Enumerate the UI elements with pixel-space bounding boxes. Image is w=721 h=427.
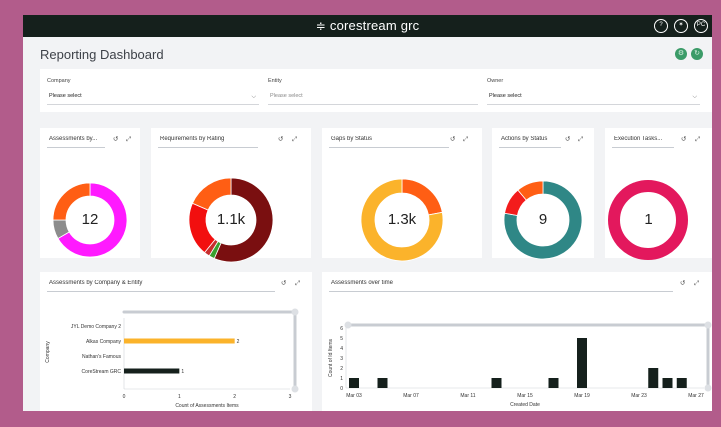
- refresh-icon[interactable]: ↻: [691, 48, 703, 60]
- x-tick-label: 2: [233, 394, 236, 400]
- filter-label-owner: Owner: [487, 78, 504, 84]
- card-assessments-over-time: Assessments over time ↺ ⤢ 0 1 2 3 4 5 6 Mar 03 M…: [322, 272, 712, 411]
- y-tick-label: 2: [340, 366, 343, 372]
- settings-icon[interactable]: ⚙: [675, 48, 687, 60]
- x-axis-title: Count of Assessments Items: [175, 403, 239, 409]
- filter-label-entity: Entity: [268, 78, 282, 84]
- y-tick-label: 0: [340, 386, 343, 392]
- card-requirements-by-rating: Requirements by Rating ↺ ⤢ 1.1k: [151, 128, 311, 263]
- x-tick-label: Mar 15: [517, 393, 533, 399]
- donut-center-value: 1.3k: [387, 211, 417, 228]
- card-assessments-by: Assessments by... ↺ ⤢ 12: [40, 128, 140, 258]
- bar: [124, 368, 180, 374]
- filter-label-company: Company: [47, 78, 71, 84]
- company-select[interactable]: Please select ⌵: [47, 90, 259, 105]
- x-tick-label: Mar 19: [574, 393, 590, 399]
- x-tick-label: 3: [289, 394, 292, 400]
- y-tick-label: JYL Demo Company 2: [71, 324, 121, 330]
- y-axis-title: Company: [45, 341, 51, 363]
- bar: [491, 378, 502, 388]
- x-tick-label: 1: [178, 394, 181, 400]
- bar: [124, 338, 235, 344]
- y-tick-label: 1: [340, 376, 343, 382]
- donut-chart: [360, 178, 444, 262]
- bar: [662, 378, 673, 388]
- bar: [577, 338, 587, 388]
- x-axis-title: Created Date: [510, 402, 540, 408]
- brand-name: corestream grc: [329, 18, 420, 33]
- x-tick-label: Mar 03: [346, 393, 362, 399]
- vertical-bar-chart: 0 1 2 3 4 5 6 Mar 03 Mar 07 Mar 11 Mar 15 Mar 19 Mar…: [328, 321, 712, 408]
- y-axis-title: Count of Id Items: [328, 338, 334, 377]
- bar: [648, 368, 659, 388]
- y-tick-label: CoreStream GRC: [82, 369, 122, 375]
- app-window: ≑ corestream grc ? ✶ PC Reporting Dashboa…: [23, 15, 712, 411]
- company-select-value: Please select: [49, 93, 82, 99]
- donut-chart: [188, 177, 274, 263]
- y-tick-label: 3: [340, 356, 343, 362]
- zoom-handle: [291, 385, 299, 393]
- bar: [676, 378, 687, 388]
- donut-center-value: 12: [81, 211, 99, 228]
- accessibility-icon[interactable]: ✶: [674, 19, 688, 33]
- entity-select[interactable]: Please select: [268, 90, 478, 105]
- card-assessments-by-company-entity: Assessments by Company & Entity ↺ ⤢ JYL …: [40, 272, 312, 411]
- y-tick-label: 5: [340, 336, 343, 342]
- bar: [548, 378, 559, 388]
- x-tick-label: Mar 11: [460, 393, 475, 399]
- bar: [349, 378, 359, 388]
- donut-chart: [608, 180, 688, 260]
- donut-center-value: 1.1k: [216, 211, 246, 228]
- y-tick-label: 6: [340, 326, 343, 332]
- donut-center-value: 9: [538, 211, 548, 228]
- data-label: 2: [237, 339, 240, 345]
- y-tick-label: Alkas Company: [86, 339, 122, 345]
- x-tick-label: Mar 23: [631, 393, 647, 399]
- donut-slice: [401, 178, 443, 216]
- donut-chart: [503, 180, 583, 260]
- donut-chart: [52, 182, 128, 258]
- x-tick-label: 0: [123, 394, 126, 400]
- x-tick-label: Mar 27: [688, 393, 704, 399]
- owner-select[interactable]: Please select ⌵: [487, 90, 700, 105]
- brand-glyph-icon: ≑: [315, 19, 326, 33]
- help-icon[interactable]: ?: [654, 19, 668, 33]
- zoom-handle: [704, 384, 712, 392]
- zoom-handle: [704, 321, 712, 329]
- chevron-down-icon: ⌵: [692, 94, 697, 100]
- owner-select-value: Please select: [489, 93, 522, 99]
- bar: [377, 378, 388, 388]
- top-bar: ≑ corestream grc ? ✶ PC: [23, 15, 712, 37]
- card-execution-tasks: Execution Tasks... ↺ ⤢ 1: [605, 128, 712, 260]
- user-avatar[interactable]: PC: [694, 19, 708, 33]
- donut-center-value: 1: [644, 211, 653, 228]
- donut-slice: [191, 177, 232, 211]
- filter-bar: Company Please select ⌵ Entity Please se…: [40, 69, 712, 112]
- zoom-handle: [291, 308, 299, 316]
- entity-select-value: Please select: [270, 93, 303, 99]
- card-gaps-by-status: Gaps by Status ↺ ⤢ 1.3k: [322, 128, 482, 262]
- brand-logo[interactable]: ≑ corestream grc: [23, 18, 712, 33]
- data-label: 1: [181, 369, 184, 375]
- y-tick-label: 4: [340, 346, 343, 352]
- card-actions-by-status: Actions by Status ↺ ⤢ 9: [492, 128, 594, 260]
- page-title: Reporting Dashboard: [40, 47, 164, 62]
- chevron-down-icon: ⌵: [251, 94, 256, 100]
- x-tick-label: Mar 07: [403, 393, 419, 399]
- horizontal-bar-chart: JYL Demo Company 2 Alkas Company 2 Nathan's…: [45, 308, 299, 409]
- y-tick-label: Nathan's Famous: [82, 354, 122, 360]
- zoom-handle: [344, 321, 352, 329]
